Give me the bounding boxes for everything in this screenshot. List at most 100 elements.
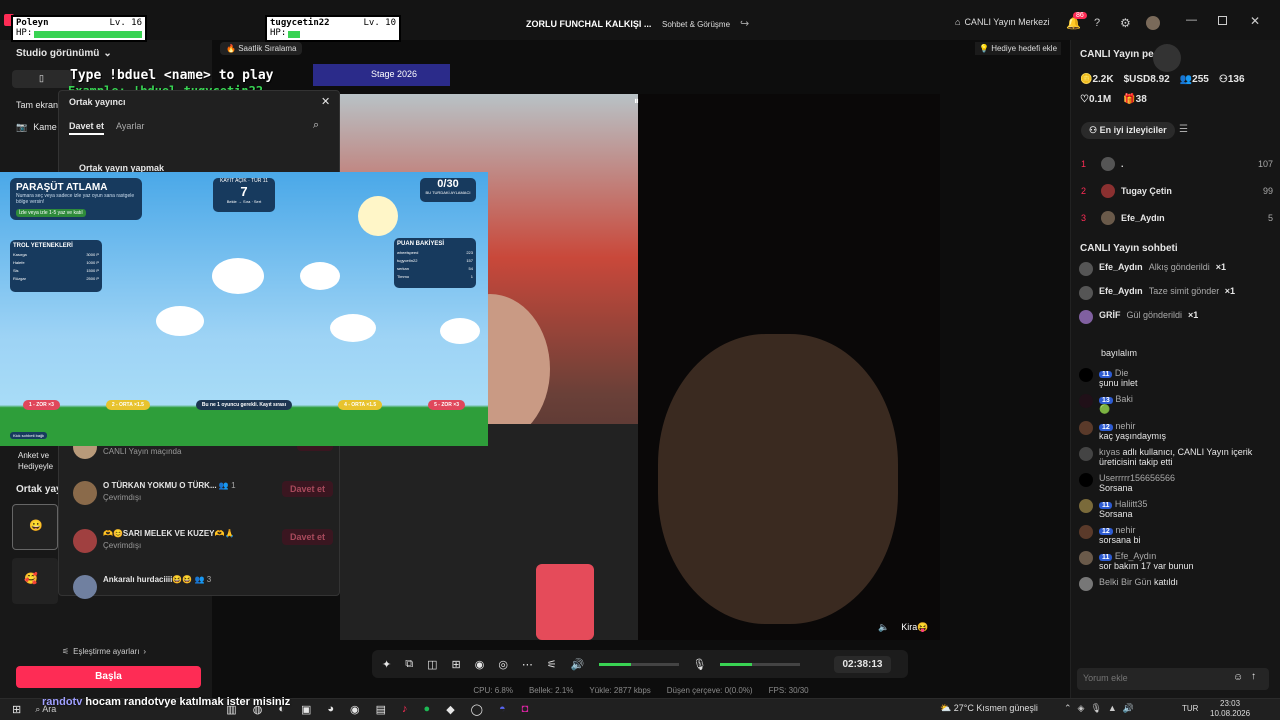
cohost-panel-title: Ortak yayıncı (69, 97, 126, 107)
folder-icon[interactable]: ▤ (376, 703, 386, 716)
edge-icon[interactable]: ◕ (327, 703, 334, 716)
list-item: Ankaralı hurdaciiii😆😆 👥 3 (73, 575, 333, 599)
pause-icon[interactable]: ⏸ (634, 96, 639, 107)
chevron-up-icon[interactable]: ⌃ (1064, 703, 1072, 714)
search-icon[interactable]: ⌕ (313, 119, 319, 132)
app-icon[interactable]: ◉ (350, 703, 360, 716)
app-icon[interactable]: ◈ (1078, 703, 1085, 714)
microphone-shape (536, 564, 594, 640)
avatar (1079, 394, 1093, 408)
record-icon[interactable]: ◉ (475, 658, 485, 671)
zone-1: 1 - ZOR ×3 (22, 400, 60, 410)
clock[interactable]: 23:03 10.08.2026 (1210, 699, 1250, 719)
live-title: CANLI Yayın pe (1080, 49, 1154, 60)
avatar (73, 481, 97, 505)
more-icon[interactable]: ⋯ (522, 658, 533, 671)
camera-swap-icon[interactable]: ◫ (427, 658, 437, 671)
match-settings-link[interactable]: ⚟ Eşleştirme ayarları › (62, 647, 146, 656)
comment-box: ☺ ↑ (1077, 668, 1269, 690)
game-overlay: PARAŞÜT ATLAMA Numara seç veya sadece iz… (0, 172, 488, 446)
notif-badge: 86 (1073, 12, 1087, 19)
bulb-icon: 💡 (979, 44, 989, 53)
emoji-icon: 🥰 (24, 573, 38, 585)
speaker-icon[interactable]: 🔈 (878, 622, 889, 633)
cloud-shape (440, 318, 480, 344)
volume-icon[interactable]: 🔊 (571, 658, 585, 671)
list-icon[interactable]: ☰ (1179, 124, 1188, 135)
minimize-icon[interactable]: — (1186, 14, 1197, 26)
ranking-chip[interactable]: 🔥 Saatlik Sıralama (220, 42, 303, 55)
player2-hp-box: tugycetin22 Lv. 10 HP: (265, 15, 401, 42)
volume-icon[interactable]: 🔊 (1123, 703, 1134, 714)
cloud-shape (330, 314, 376, 342)
camera-icon: 📷 (16, 122, 28, 132)
tab-settings[interactable]: Ayarlar (116, 121, 144, 131)
search-icon: ⌕ (35, 704, 41, 714)
maximize-icon[interactable] (1218, 16, 1227, 25)
app-icon[interactable]: ◆ (446, 703, 454, 716)
language-indicator[interactable]: TUR (1182, 704, 1198, 713)
spotify-icon[interactable]: ● (424, 703, 431, 716)
score-panel: 0/30 BU TURDAKİ AYLAMACI (420, 178, 476, 202)
portrait-toggle[interactable]: ▯ (12, 70, 72, 88)
avatar (1153, 44, 1181, 72)
chevron-down-icon: ⌄ (103, 48, 112, 59)
invite-button[interactable]: Davet et (281, 529, 333, 545)
camera-item[interactable]: 📷 Kame (16, 122, 57, 133)
live-center-button[interactable]: ⌂ CANLI Yayın Merkezi (955, 17, 1050, 27)
close-icon[interactable]: ✕ (321, 95, 330, 108)
game-title-panel: PARAŞÜT ATLAMA Numara seç veya sadece iz… (10, 178, 142, 220)
gear-icon[interactable]: ⚙ (1120, 16, 1131, 30)
obs-icon[interactable]: ◯ (471, 703, 483, 716)
share-icon[interactable]: ↪ (740, 17, 749, 30)
poll-item[interactable]: Anket ve Hediyeyle (18, 450, 53, 472)
close-icon[interactable]: ✕ (1250, 14, 1260, 28)
top-viewers-button[interactable]: ⚇ En iyi izleyiciler (1081, 122, 1175, 139)
app-icon[interactable]: ▣ (301, 703, 311, 716)
invite-button[interactable]: Davet et (281, 481, 333, 497)
avatar[interactable] (1146, 16, 1160, 30)
chat-tab[interactable]: Sohbet & Görüşme (662, 20, 730, 29)
chat-message: 12 nehir sorsana bi (1079, 525, 1271, 545)
chat-message: Userrrrr156656566 Sorsana (1079, 473, 1271, 493)
list-item: 2 Tugay Çetin 99 (1081, 183, 1273, 198)
coin-icon: 🪙 (1080, 74, 1093, 85)
mic-icon[interactable]: 🎙 (1090, 703, 1101, 714)
add-source-icon[interactable]: ⊞ (451, 658, 460, 671)
list-item: 🫶😊SARI MELEK VE KUZEY🫶🙏 Çevrimdışı Davet … (73, 529, 333, 575)
status-bar: CPU: 6.8% Bellek: 2.1% Yükle: 2877 kbps … (473, 685, 809, 695)
network-icon[interactable]: ▲ (1108, 703, 1117, 714)
emoji-icon: 😀 (29, 520, 43, 532)
target-icon[interactable]: ◎ (498, 658, 508, 671)
chat-message: 11 Haliitt35 Sorsana (1079, 499, 1271, 519)
instagram-icon[interactable]: ◘ (522, 703, 529, 716)
gift-event: GRİF Gül gönderildi ×1 (1079, 310, 1271, 328)
gift-goal-button[interactable]: 💡 Hediye hedefi ekle (975, 42, 1062, 55)
layout-option-1[interactable]: 😀 (12, 504, 58, 550)
windows-icon[interactable]: ⊞ (12, 703, 21, 716)
avatar (73, 575, 97, 599)
mic-icon[interactable]: 🎙 (693, 658, 707, 671)
mic-slider[interactable] (720, 662, 801, 666)
comment-input[interactable] (1077, 668, 1227, 688)
weather-widget[interactable]: ⛅ 27°C Kısmen güneşli (940, 703, 1038, 714)
list-item: 1. 107 (1081, 156, 1273, 171)
cloud-shape (156, 306, 204, 336)
discord-icon[interactable]: ◓ (499, 703, 506, 716)
fullscreen-label: Tam ekran (16, 100, 59, 110)
chat-title: CANLI Yayın sohbeti (1080, 243, 1178, 254)
zone-4: 4 - ORTA ×1.5 (338, 400, 383, 410)
studio-view-dropdown[interactable]: Studio görünümü ⌄ (16, 48, 112, 59)
tiktok-icon[interactable]: ♪ (402, 703, 408, 716)
stage-banner: Stage 2026 (313, 64, 450, 86)
sliders-icon[interactable]: ⚟ (547, 658, 557, 671)
volume-slider[interactable] (598, 662, 679, 666)
start-button[interactable]: Başla (16, 666, 201, 688)
tab-invite[interactable]: Davet et (69, 121, 105, 135)
magic-icon[interactable]: ✦ (382, 658, 391, 671)
emoji-icon[interactable]: ☺ (1233, 672, 1243, 683)
layout-icon[interactable]: ⧉ (405, 658, 413, 671)
help-icon[interactable]: ? (1094, 17, 1100, 29)
send-icon[interactable]: ↑ (1251, 671, 1256, 682)
layout-option-2[interactable]: 🥰 (12, 558, 58, 604)
